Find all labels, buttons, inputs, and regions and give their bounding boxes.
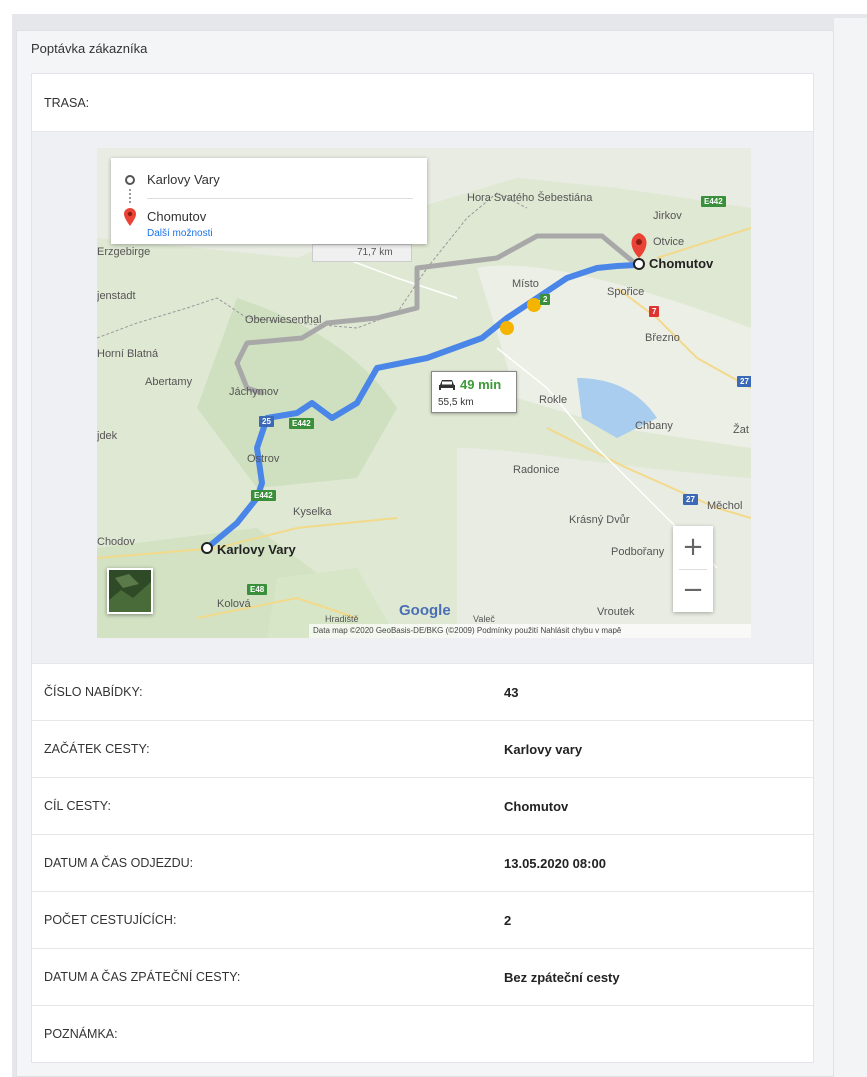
town-jdek: jdek bbox=[97, 430, 118, 442]
town-kolova: Kolová bbox=[217, 598, 251, 610]
more-options-link[interactable]: Další možnosti bbox=[147, 228, 213, 239]
town-kyselka: Kyselka bbox=[293, 506, 332, 518]
town-chbany: Chbany bbox=[635, 420, 673, 432]
town-hora: Hora Svatého Šebestiána bbox=[467, 192, 593, 204]
row-value: Chomutov bbox=[504, 798, 569, 814]
row-label: ZAČÁTEK CESTY: bbox=[44, 742, 150, 756]
town-sporice: Spořice bbox=[607, 286, 645, 298]
customer-request-card: Poptávka zákazníka TRASA: Hora Svatého Š… bbox=[16, 30, 834, 1077]
town-vroutek: Vroutek bbox=[597, 606, 635, 618]
map-attribution[interactable]: Data map ©2020 GeoBasis-DE/BKG (©2009) P… bbox=[309, 624, 751, 638]
town-zat: Žat bbox=[733, 424, 749, 436]
google-logo: Google bbox=[399, 602, 451, 619]
row-label: DATUM A ČAS ZPÁTEČNÍ CESTY: bbox=[44, 970, 241, 984]
detail-row-start: ZAČÁTEK CESTY: Karlovy vary bbox=[32, 721, 813, 778]
car-icon bbox=[439, 380, 455, 390]
zoom-control: + − bbox=[673, 526, 713, 612]
row-value: 13.05.2020 08:00 bbox=[504, 855, 606, 871]
detail-row-departure: DATUM A ČAS ODJEZDU: 13.05.2020 08:00 bbox=[32, 835, 813, 892]
row-label: POČET CESTUJÍCÍCH: bbox=[44, 913, 177, 927]
road-shield-e442-c: E442 bbox=[251, 490, 276, 501]
town-chodov: Chodov bbox=[97, 536, 135, 548]
town-otvice: Otvice bbox=[653, 236, 685, 248]
route-time: 49 min bbox=[460, 377, 502, 392]
destination-pin-icon bbox=[124, 208, 136, 226]
directions-divider bbox=[147, 198, 413, 199]
road-shield-2: 2 bbox=[540, 294, 551, 305]
town-hradiste: Hradiště bbox=[325, 614, 359, 624]
town-krasny-dvur: Krásný Dvůr bbox=[569, 514, 630, 526]
detail-row-return: DATUM A ČAS ZPÁTEČNÍ CESTY: Bez zpáteční… bbox=[32, 949, 813, 1006]
detail-row-offer-number: ČÍSLO NABÍDKY: 43 bbox=[32, 664, 813, 721]
town-radonice: Radonice bbox=[513, 464, 560, 476]
route-distance: 55,5 km bbox=[438, 397, 474, 408]
town-valec: Valeč bbox=[473, 614, 495, 624]
card-title: Poptávka zákazníka bbox=[31, 41, 148, 56]
directions-destination[interactable]: Chomutov bbox=[147, 209, 206, 224]
town-chomutov: Chomutov bbox=[649, 256, 714, 271]
row-value: Bez zpáteční cesty bbox=[504, 969, 620, 985]
town-karlovy-vary: Karlovy Vary bbox=[217, 542, 296, 557]
town-erzgebirge: Erzgebirge bbox=[97, 246, 151, 258]
row-label: DATUM A ČAS ODJEZDU: bbox=[44, 856, 194, 870]
route-label: TRASA: bbox=[44, 95, 90, 110]
directions-box: Karlovy Vary Chomutov Další možnosti bbox=[111, 158, 427, 244]
request-detail-list: TRASA: Hora Svatého Šebestiána Jirkov Ot… bbox=[31, 73, 814, 1063]
town-rokle: Rokle bbox=[539, 394, 568, 406]
row-value: 2 bbox=[504, 912, 512, 928]
zoom-in-button[interactable]: + bbox=[673, 526, 713, 569]
alt-route-distance[interactable]: 71,7 km bbox=[312, 244, 412, 262]
zoom-out-button[interactable]: − bbox=[673, 569, 713, 612]
satellite-thumbnail-icon bbox=[109, 570, 151, 612]
town-oberwiesenthal: Oberwiesenthal bbox=[245, 314, 322, 326]
town-abertamy: Abertamy bbox=[145, 376, 193, 388]
road-shield-7: 7 bbox=[649, 306, 660, 317]
directions-origin[interactable]: Karlovy Vary bbox=[147, 172, 220, 187]
road-shield-e48: E48 bbox=[247, 584, 268, 595]
satellite-toggle[interactable] bbox=[107, 568, 153, 614]
town-ostrov: Ostrov bbox=[247, 453, 280, 465]
road-shield-25: 25 bbox=[259, 416, 274, 427]
row-value: Karlovy vary bbox=[504, 741, 583, 757]
town-horni-blatna: Horní Blatná bbox=[97, 348, 159, 360]
detail-row-destination: CÍL CESTY: Chomutov bbox=[32, 778, 813, 835]
town-jachymov: Jáchymov bbox=[229, 386, 279, 398]
town-jenstadt: jenstadt bbox=[97, 290, 136, 302]
road-shield-e442-b: E442 bbox=[289, 418, 314, 429]
detail-row-note: POZNÁMKA: bbox=[32, 1006, 813, 1062]
detail-row-passengers: POČET CESTUJÍCÍCH: 2 bbox=[32, 892, 813, 949]
map-area: Hora Svatého Šebestiána Jirkov Otvice Ch… bbox=[32, 132, 813, 664]
route-map[interactable]: Hora Svatého Šebestiána Jirkov Otvice Ch… bbox=[97, 148, 751, 638]
right-panel bbox=[834, 18, 867, 1077]
row-label: ČÍSLO NABÍDKY: bbox=[44, 685, 143, 699]
road-shield-e442-a: E442 bbox=[701, 196, 726, 207]
row-label: POZNÁMKA: bbox=[44, 1027, 118, 1041]
town-jirkov: Jirkov bbox=[653, 210, 682, 222]
town-misto: Místo bbox=[512, 278, 539, 290]
route-time-label[interactable]: 49 min 55,5 km bbox=[431, 371, 517, 413]
route-dots-icon bbox=[129, 189, 131, 203]
town-mechol: Měchol bbox=[707, 500, 743, 512]
town-podborany: Podbořany bbox=[611, 546, 665, 558]
row-label: CÍL CESTY: bbox=[44, 799, 111, 813]
route-row: TRASA: bbox=[32, 74, 813, 132]
origin-circle-icon bbox=[125, 175, 135, 185]
road-shield-27: 27 bbox=[737, 376, 751, 387]
road-shield-27b: 27 bbox=[683, 494, 698, 505]
town-brezno: Březno bbox=[645, 332, 680, 344]
row-value: 43 bbox=[504, 684, 519, 700]
